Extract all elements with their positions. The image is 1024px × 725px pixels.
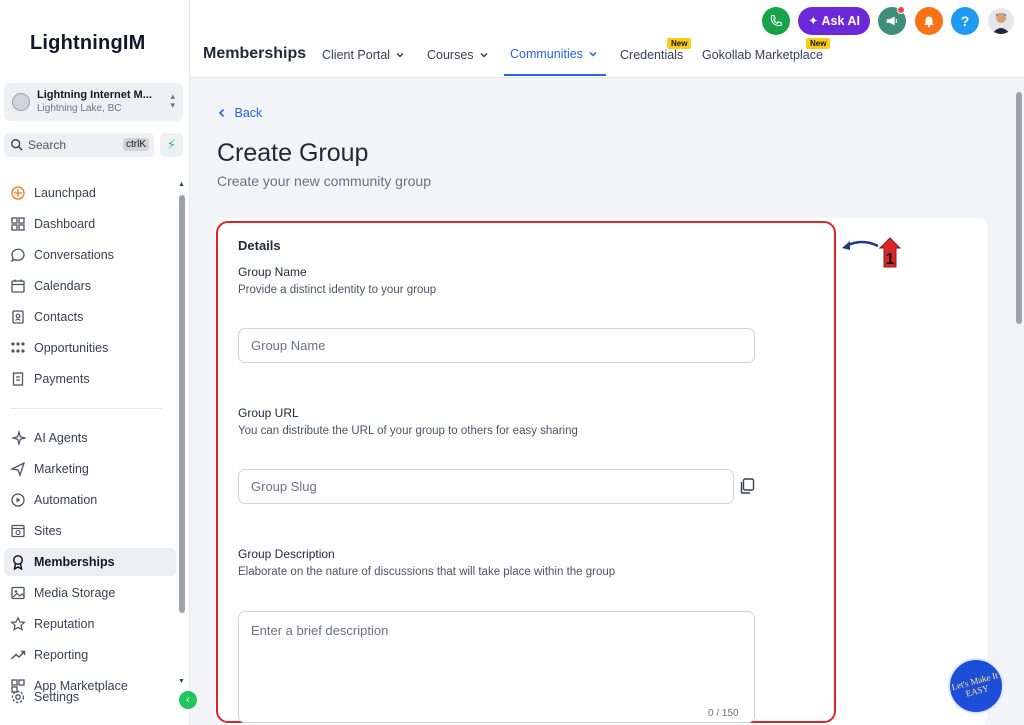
megaphone-icon (886, 16, 897, 26)
chevron-up-down-icon: ▴ ▾ (170, 91, 175, 110)
sidebar-item-launchpad[interactable]: Launchpad (4, 179, 176, 207)
new-badge: New (667, 38, 692, 49)
brand-logo[interactable]: LightningIM (30, 32, 146, 55)
module-title: Memberships (203, 45, 307, 62)
phone-button[interactable] (762, 7, 790, 35)
sparkle-icon: ✦ (808, 14, 822, 28)
sidebar-scrollbar[interactable] (179, 195, 185, 613)
sidebar-item-media-storage[interactable]: Media Storage (4, 579, 176, 607)
chevron-down-icon (396, 52, 404, 58)
section-title-details: Details (238, 238, 281, 253)
group-description-textarea[interactable] (238, 611, 755, 723)
trend-icon (11, 650, 26, 660)
sidebar-item-marketing[interactable]: Marketing (4, 455, 176, 483)
annotation-number: 1 (886, 251, 895, 268)
grid-icon (11, 217, 25, 231)
location-subtitle: Lightning Lake, BC (37, 103, 122, 114)
sparkle-icon (10, 430, 26, 446)
ask-ai-button[interactable]: ✦ Ask AI (798, 7, 870, 35)
sidebar-item-ai-agents[interactable]: AI Agents (4, 424, 176, 452)
send-icon (10, 461, 26, 477)
gear-icon (11, 690, 25, 704)
badge-text: Let's Make It EASY (950, 670, 999, 699)
scroll-down-arrow-icon[interactable]: ▼ (178, 678, 185, 685)
sidebar-divider (10, 408, 162, 409)
sidebar: LightningIM Lightning Internet M... Ligh… (0, 0, 190, 725)
group-name-input[interactable] (238, 328, 755, 363)
chevron-down-icon (589, 51, 597, 57)
image-icon (11, 586, 25, 600)
help-button[interactable]: ? (951, 7, 979, 35)
group-name-help: Provide a distinct identity to your grou… (238, 284, 437, 296)
award-icon (13, 555, 23, 570)
sidebar-item-payments[interactable]: Payments (4, 365, 176, 393)
main-scrollbar[interactable] (1016, 92, 1022, 324)
user-avatar-icon (988, 8, 1014, 34)
copy-icon[interactable] (738, 477, 756, 495)
search-label: Search (28, 138, 67, 152)
location-name: Lightning Internet M... (37, 89, 152, 101)
contact-book-icon (12, 310, 24, 324)
quick-action-bolt-icon[interactable]: ⚡ (160, 133, 183, 157)
group-url-help: You can distribute the URL of your group… (238, 425, 578, 437)
unread-dot (897, 6, 905, 14)
top-header: Memberships Client Portal Courses Commun… (190, 0, 1024, 78)
search-icon (11, 139, 23, 151)
notifications-button[interactable] (915, 7, 943, 35)
sidebar-item-sites[interactable]: Sites (4, 517, 176, 545)
tab-credentials[interactable]: Credentials (620, 48, 683, 62)
bell-icon (924, 16, 934, 28)
phone-icon (770, 15, 782, 27)
rocket-icon (11, 186, 25, 200)
scroll-up-arrow-icon[interactable]: ▲ (178, 181, 185, 188)
pipeline-icon (11, 342, 25, 353)
location-avatar-icon (12, 93, 30, 111)
group-description-label: Group Description (238, 547, 335, 561)
sidebar-item-automation[interactable]: Automation (4, 486, 176, 514)
sidebar-item-dashboard[interactable]: Dashboard (4, 210, 176, 238)
collapse-sidebar-button[interactable]: ‹ (179, 691, 197, 709)
page-title: Create Group (217, 139, 369, 167)
sidebar-item-contacts[interactable]: Contacts (4, 303, 176, 331)
user-avatar[interactable] (988, 8, 1014, 34)
new-badge: New (806, 38, 831, 49)
location-switcher[interactable]: Lightning Internet M... Lightning Lake, … (4, 83, 183, 121)
group-description-help: Elaborate on the nature of discussions t… (238, 566, 616, 578)
tab-gokollab-marketplace[interactable]: Gokollab Marketplace (702, 48, 823, 62)
group-slug-input[interactable] (238, 469, 734, 504)
sidebar-item-conversations[interactable]: Conversations (4, 241, 176, 269)
sidebar-item-settings[interactable]: Settings (4, 684, 176, 710)
calendar-icon (11, 279, 25, 293)
active-tab-indicator (504, 74, 606, 76)
back-link[interactable]: Back (217, 106, 262, 120)
character-counter: 0 / 150 (708, 708, 739, 719)
star-icon (10, 616, 26, 631)
sidebar-item-calendars[interactable]: Calendars (4, 272, 176, 300)
group-name-label: Group Name (238, 265, 307, 279)
sidebar-item-memberships[interactable]: Memberships (4, 548, 176, 576)
group-url-label: Group URL (238, 406, 299, 420)
browser-icon (11, 524, 25, 538)
sidebar-item-reporting[interactable]: Reporting (4, 641, 176, 669)
tab-client-portal[interactable]: Client Portal (322, 48, 405, 62)
chevron-down-icon (480, 52, 488, 58)
sidebar-item-opportunities[interactable]: Opportunities (4, 334, 176, 362)
automation-icon (11, 493, 25, 507)
tab-communities[interactable]: Communities (510, 47, 598, 61)
sidebar-item-reputation[interactable]: Reputation (4, 610, 176, 638)
chat-bubble-icon (10, 248, 25, 263)
search-box[interactable]: Search ctrlK (4, 133, 154, 157)
tab-courses[interactable]: Courses (427, 48, 489, 62)
lets-make-it-easy-badge[interactable]: Let's Make It EASY (948, 658, 1004, 714)
annotation-arrow-icon: 1 (842, 237, 902, 268)
page-subtitle: Create your new community group (217, 173, 431, 189)
chevron-left-icon (218, 108, 225, 118)
search-shortcut: ctrlK (123, 138, 149, 151)
receipt-icon (12, 372, 24, 386)
